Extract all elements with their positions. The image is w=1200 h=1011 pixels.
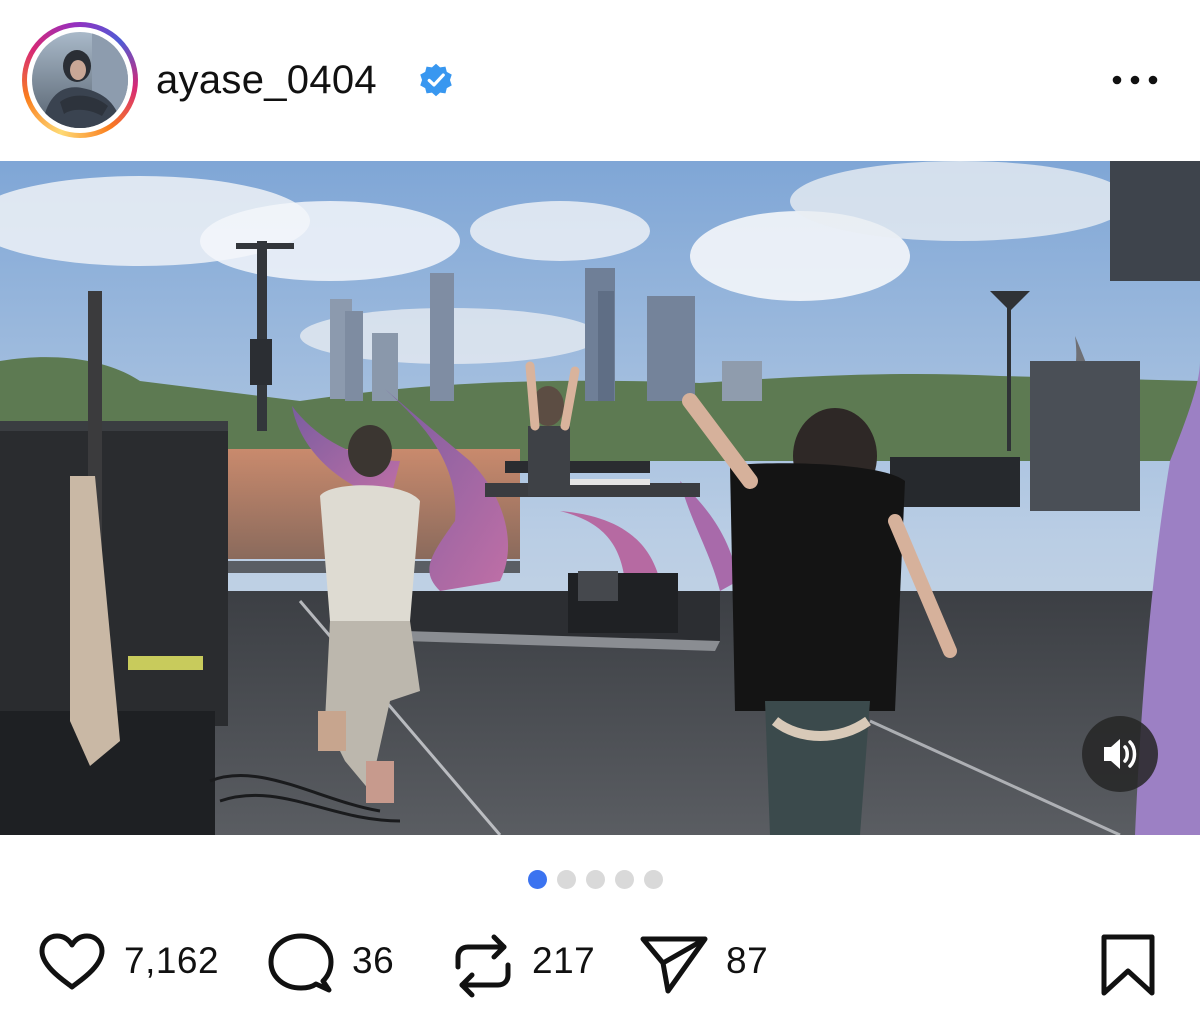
heart-icon[interactable]: [36, 931, 108, 993]
sound-toggle-button[interactable]: [1082, 716, 1158, 792]
carousel-dot-active: [528, 870, 547, 889]
carousel-dot: [615, 870, 634, 889]
speaker-on-icon: [1104, 739, 1137, 769]
username[interactable]: ayase_0404: [156, 56, 377, 104]
carousel-dot: [557, 870, 576, 889]
carousel-dot: [586, 870, 605, 889]
verified-badge-icon: [420, 63, 452, 97]
like-count: 7,162: [124, 940, 220, 981]
save-action[interactable]: [1098, 925, 1162, 1000]
action-bar: 7,162 36 217 87: [0, 925, 1200, 1000]
bookmark-icon[interactable]: [1098, 931, 1158, 997]
avatar[interactable]: [32, 32, 128, 128]
share-count: 87: [726, 940, 769, 981]
like-action[interactable]: 7,162: [36, 925, 236, 1000]
carousel-dot: [644, 870, 663, 889]
repost-icon[interactable]: [450, 931, 516, 1001]
comment-count: 36: [352, 940, 395, 981]
share-paper-plane-icon[interactable]: [638, 931, 710, 997]
post-video[interactable]: [0, 161, 1200, 835]
post-header: ayase_0404: [0, 0, 1200, 160]
carousel-indicator: [528, 870, 663, 890]
more-horizontal-icon[interactable]: [1110, 66, 1160, 94]
repost-action[interactable]: 217: [450, 925, 610, 1000]
share-action[interactable]: 87: [638, 925, 788, 1000]
repost-count: 217: [532, 940, 596, 981]
story-ring[interactable]: [22, 22, 138, 138]
comment-action[interactable]: 36: [266, 925, 416, 1000]
comment-bubble-icon[interactable]: [266, 931, 336, 997]
video-frame: [0, 161, 1200, 835]
